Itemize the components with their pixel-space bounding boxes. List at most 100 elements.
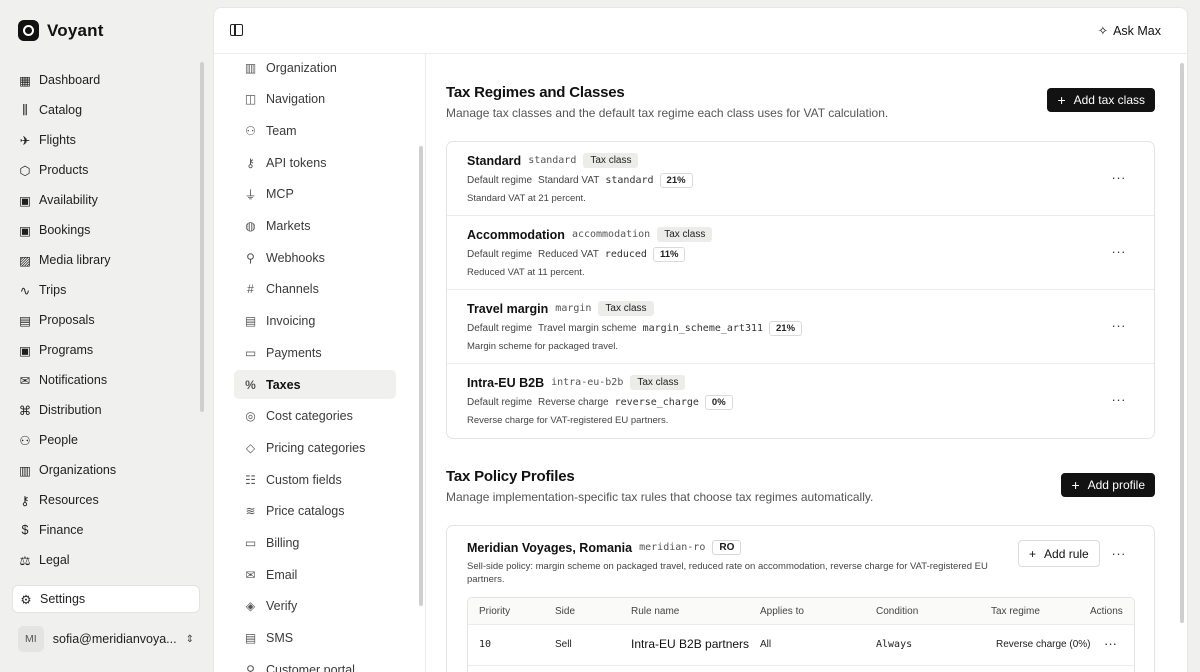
user-email: sofia@meridianvoya...: [52, 632, 177, 646]
subnav-item-api-tokens[interactable]: ⚷ API tokens: [234, 148, 396, 177]
nav-item-resources[interactable]: ⚷ Resources: [12, 485, 200, 515]
nav-item-programs[interactable]: ▣ Programs: [12, 335, 200, 365]
subnav-item-taxes[interactable]: % Taxes: [234, 370, 396, 399]
more-icon[interactable]: ···: [1112, 392, 1127, 407]
table-row[interactable]: 10 Sell Intra-EU B2B partners All Always Reve…: [468, 625, 1134, 666]
nav-item-media-library[interactable]: ▨ Media library: [12, 245, 200, 275]
nav-item-label: Notifications: [39, 373, 108, 387]
subnav-item-label: Customer portal: [266, 662, 355, 672]
tax-class-badge: Tax class: [630, 375, 686, 390]
nav-scrollbar[interactable]: [200, 62, 204, 412]
regime-name: Reverse charge: [538, 397, 609, 408]
grid-icon: ▦: [19, 73, 31, 88]
nav-item-label: Organizations: [39, 463, 117, 477]
subnav-item-organization[interactable]: ▥ Organization: [234, 53, 396, 82]
nav-item-dashboard[interactable]: ▦ Dashboard: [12, 65, 200, 95]
add-rule-button[interactable]: + Add rule: [1018, 540, 1100, 567]
tax-profile-card: Meridian Voyages, Romania meridian-ro RO…: [446, 525, 1155, 672]
row-more-icon[interactable]: ···: [1104, 636, 1117, 651]
tax-classes-card: Standard standard Tax class Default regime S…: [446, 141, 1155, 439]
tax-class-row: Standard standard Tax class Default regime S…: [447, 142, 1154, 216]
subnav-item-mcp[interactable]: ⏚ MCP: [234, 180, 396, 209]
subnav-item-label: Payments: [266, 345, 322, 360]
column-header: Rule name: [631, 606, 680, 617]
gear-icon: ⚙: [20, 592, 32, 607]
sidebar-toggle-icon[interactable]: [230, 24, 243, 36]
subnav-item-cost-categories[interactable]: ◎ Cost categories: [234, 402, 396, 431]
subnav-scrollbar[interactable]: [419, 146, 423, 606]
nav-item-organizations[interactable]: ▥ Organizations: [12, 455, 200, 485]
content-scrollbar[interactable]: [1180, 63, 1184, 623]
nav-item-settings[interactable]: ⚙ Settings: [12, 585, 200, 613]
tax-class-badge: Tax class: [598, 301, 654, 316]
regime-code: margin_scheme_art311: [642, 323, 764, 334]
subnav-item-channels[interactable]: # Channels: [234, 275, 396, 304]
subnav-item-webhooks[interactable]: ⚲ Webhooks: [234, 243, 396, 272]
avatar: MI: [18, 626, 44, 652]
profile-code: meridian-ro: [639, 542, 706, 553]
nav-item-finance[interactable]: $ Finance: [12, 515, 200, 545]
nav-item-people[interactable]: ⚇ People: [12, 425, 200, 455]
subnav-item-markets[interactable]: ◍ Markets: [234, 212, 396, 241]
key-icon: ⚷: [20, 493, 30, 508]
subnav-item-label: Price catalogs: [266, 504, 345, 519]
voyant-logo-icon: [18, 20, 39, 41]
nav-item-trips[interactable]: ∿ Trips: [12, 275, 200, 305]
tax-class-row: Accommodation accommodation Tax class Defau…: [447, 216, 1154, 290]
more-icon[interactable]: ···: [1112, 318, 1127, 333]
subnav-item-invoicing[interactable]: ▤ Invoicing: [234, 307, 396, 336]
subnav-item-label: Taxes: [266, 377, 301, 392]
column-header: Priority: [479, 606, 511, 617]
box-icon: ⬡: [19, 163, 31, 178]
add-tax-class-button[interactable]: + Add tax class: [1047, 88, 1155, 112]
user-menu[interactable]: MI sofia@meridianvoya... ⇕: [18, 624, 194, 654]
add-profile-button[interactable]: + Add profile: [1061, 473, 1155, 497]
subnav-item-pricing-categories[interactable]: ◇ Pricing categories: [234, 433, 396, 462]
nav-item-bookings[interactable]: ▣ Bookings: [12, 215, 200, 245]
nav-item-notifications[interactable]: ✉ Notifications: [12, 365, 200, 395]
nav-item-products[interactable]: ⬡ Products: [12, 155, 200, 185]
subnav-item-navigation[interactable]: ◫ Navigation: [234, 85, 396, 114]
nav-item-legal[interactable]: ⚖ Legal: [12, 545, 200, 575]
nav-item-availability[interactable]: ▣ Availability: [12, 185, 200, 215]
nav-item-catalog[interactable]: ⫼ Catalog: [12, 95, 200, 125]
subnav-item-payments[interactable]: ▭ Payments: [234, 338, 396, 367]
nav-item-proposals[interactable]: ▤ Proposals: [12, 305, 200, 335]
add-tax-class-label: Add tax class: [1073, 93, 1145, 107]
tax-class-note: Standard VAT at 21 percent.: [467, 193, 586, 204]
ask-max-button[interactable]: ✧ Ask Max: [1098, 23, 1161, 39]
dollar-icon: $: [21, 523, 29, 537]
tax-class-note: Margin scheme for packaged travel.: [467, 341, 619, 352]
building-icon: ▥: [19, 463, 31, 478]
subnav-item-customer-portal[interactable]: ⚲ Customer portal: [234, 655, 396, 672]
nav-item-label: Catalog: [39, 103, 83, 117]
nav-item-label: Availability: [39, 193, 98, 207]
tax-class-meta: Default regime Travel margin scheme margin…: [467, 321, 803, 336]
default-regime-label: Default regime: [467, 249, 533, 260]
subnav-item-sms[interactable]: ▤ SMS: [234, 624, 396, 653]
brand-name: Voyant: [47, 20, 104, 40]
subnav-item-billing[interactable]: ▭ Billing: [234, 529, 396, 558]
nav-item-flights[interactable]: ✈ Flights: [12, 125, 200, 155]
subnav-item-label: Verify: [266, 599, 298, 614]
more-icon[interactable]: ···: [1112, 170, 1127, 185]
add-profile-label: Add profile: [1087, 478, 1145, 492]
more-icon[interactable]: ···: [1112, 244, 1127, 259]
nav-item-distribution[interactable]: ⌘ Distribution: [12, 395, 200, 425]
subnav-item-email[interactable]: ✉ Email: [234, 560, 396, 589]
nav-item-label: Dashboard: [39, 73, 101, 87]
tax-profiles-description: Manage implementation-specific tax rules…: [446, 490, 874, 504]
shield-icon: ◈: [245, 599, 256, 614]
nav-item-label: Proposals: [39, 313, 95, 327]
profile-more-icon[interactable]: ···: [1112, 546, 1127, 561]
subnav-item-custom-fields[interactable]: ☷ Custom fields: [234, 465, 396, 494]
key-icon: ⚷: [246, 155, 255, 170]
subnav-item-label: Email: [266, 567, 298, 582]
subnav-item-team[interactable]: ⚇ Team: [234, 116, 396, 145]
building-icon: ▥: [244, 60, 257, 75]
subnav-item-price-catalogs[interactable]: ≋ Price catalogs: [234, 497, 396, 526]
subnav-item-verify[interactable]: ◈ Verify: [234, 592, 396, 621]
country-badge: RO: [712, 540, 742, 555]
brand[interactable]: Voyant: [18, 20, 104, 41]
nav-item-label: Settings: [40, 592, 86, 606]
